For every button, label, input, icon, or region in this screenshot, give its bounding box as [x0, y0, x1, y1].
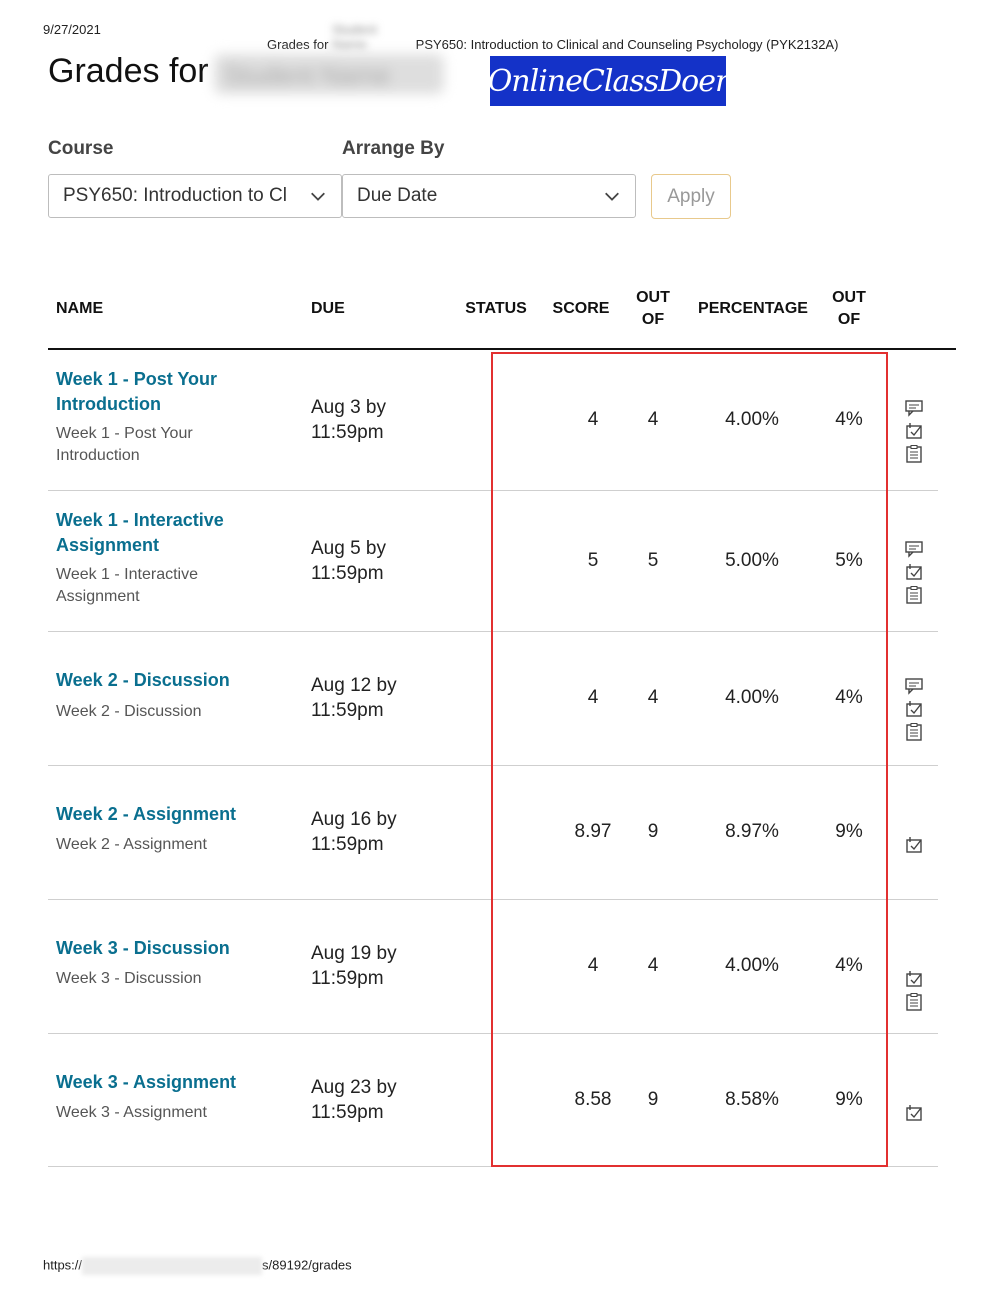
highlight-box — [491, 352, 888, 1167]
redacted-name: Student Name — [332, 22, 377, 52]
rubric-list-icon[interactable] — [904, 992, 924, 1012]
arrange-by-select[interactable]: Due Date — [342, 174, 636, 218]
comment-icon[interactable] — [904, 539, 924, 559]
comment-icon[interactable] — [904, 676, 924, 696]
print-course-title: PSY650: Introduction to Clinical and Cou… — [415, 37, 839, 52]
header-status[interactable]: STATUS — [458, 298, 534, 320]
print-title-prefix: Grades for — [267, 37, 329, 52]
assignment-subtitle: Week 2 - Assignment — [56, 836, 207, 853]
due-date: Aug 23 by 11:59pm — [311, 1077, 397, 1123]
print-title: Grades for Student Name PSY650: Introduc… — [267, 22, 838, 52]
due-date: Aug 19 by 11:59pm — [311, 943, 397, 989]
apply-button[interactable]: Apply — [651, 174, 731, 219]
due-date: Aug 5 by 11:59pm — [311, 538, 386, 584]
course-select[interactable]: PSY650: Introduction to Cl — [48, 174, 342, 218]
assignment-subtitle: Week 3 - Discussion — [56, 970, 202, 987]
chevron-down-icon — [605, 192, 619, 201]
redacted-url — [82, 1257, 263, 1275]
rubric-check-icon[interactable] — [904, 421, 924, 441]
assignment-link[interactable]: Week 2 - Assignment — [56, 802, 266, 827]
rubric-check-icon[interactable] — [904, 1103, 924, 1123]
due-date: Aug 16 by 11:59pm — [311, 809, 397, 855]
comment-icon[interactable] — [904, 398, 924, 418]
header-percentage[interactable]: PERCENTAGE — [690, 298, 816, 320]
assignment-subtitle: Week 1 - Interactive Assignment — [56, 566, 198, 605]
redacted-student-name: Student Name — [214, 54, 444, 94]
assignment-subtitle: Week 1 - Post Your Introduction — [56, 425, 193, 464]
watermark-logo: OnlineClassDoer — [488, 56, 729, 106]
due-date: Aug 3 by 11:59pm — [311, 397, 386, 443]
chevron-down-icon — [311, 192, 325, 201]
footer-url: https:// s/89192/grades — [43, 1257, 352, 1275]
course-label: Course — [48, 138, 114, 159]
rubric-list-icon[interactable] — [904, 722, 924, 742]
page-title: Grades for — [48, 52, 209, 90]
assignment-subtitle: Week 2 - Discussion — [56, 703, 202, 720]
table-header-divider — [48, 348, 956, 350]
header-out-of-weight[interactable]: OUT OF — [826, 287, 872, 331]
header-score[interactable]: SCORE — [545, 298, 617, 320]
course-select-value: PSY650: Introduction to Cl — [63, 185, 287, 206]
due-date: Aug 12 by 11:59pm — [311, 675, 397, 721]
footer-url-suffix: s/89192/grades — [262, 1257, 352, 1273]
assignment-link[interactable]: Week 3 - Discussion — [56, 936, 266, 961]
rubric-check-icon[interactable] — [904, 835, 924, 855]
assignment-link[interactable]: Week 1 - Interactive Assignment — [56, 508, 266, 558]
assignment-link[interactable]: Week 2 - Discussion — [56, 668, 266, 693]
footer-url-prefix: https:// — [43, 1257, 83, 1273]
arrange-by-label: Arrange By — [342, 138, 445, 159]
assignment-subtitle: Week 3 - Assignment — [56, 1104, 207, 1121]
rubric-check-icon[interactable] — [904, 699, 924, 719]
rubric-list-icon[interactable] — [904, 585, 924, 605]
rubric-check-icon[interactable] — [904, 562, 924, 582]
header-due[interactable]: DUE — [311, 298, 345, 320]
header-name[interactable]: NAME — [56, 298, 103, 320]
header-out-of[interactable]: OUT OF — [630, 287, 676, 331]
print-date: 9/27/2021 — [43, 22, 101, 37]
rubric-list-icon[interactable] — [904, 444, 924, 464]
rubric-check-icon[interactable] — [904, 969, 924, 989]
assignment-link[interactable]: Week 1 - Post Your Introduction — [56, 367, 266, 417]
arrange-by-select-value: Due Date — [357, 185, 438, 206]
assignment-link[interactable]: Week 3 - Assignment — [56, 1070, 266, 1095]
